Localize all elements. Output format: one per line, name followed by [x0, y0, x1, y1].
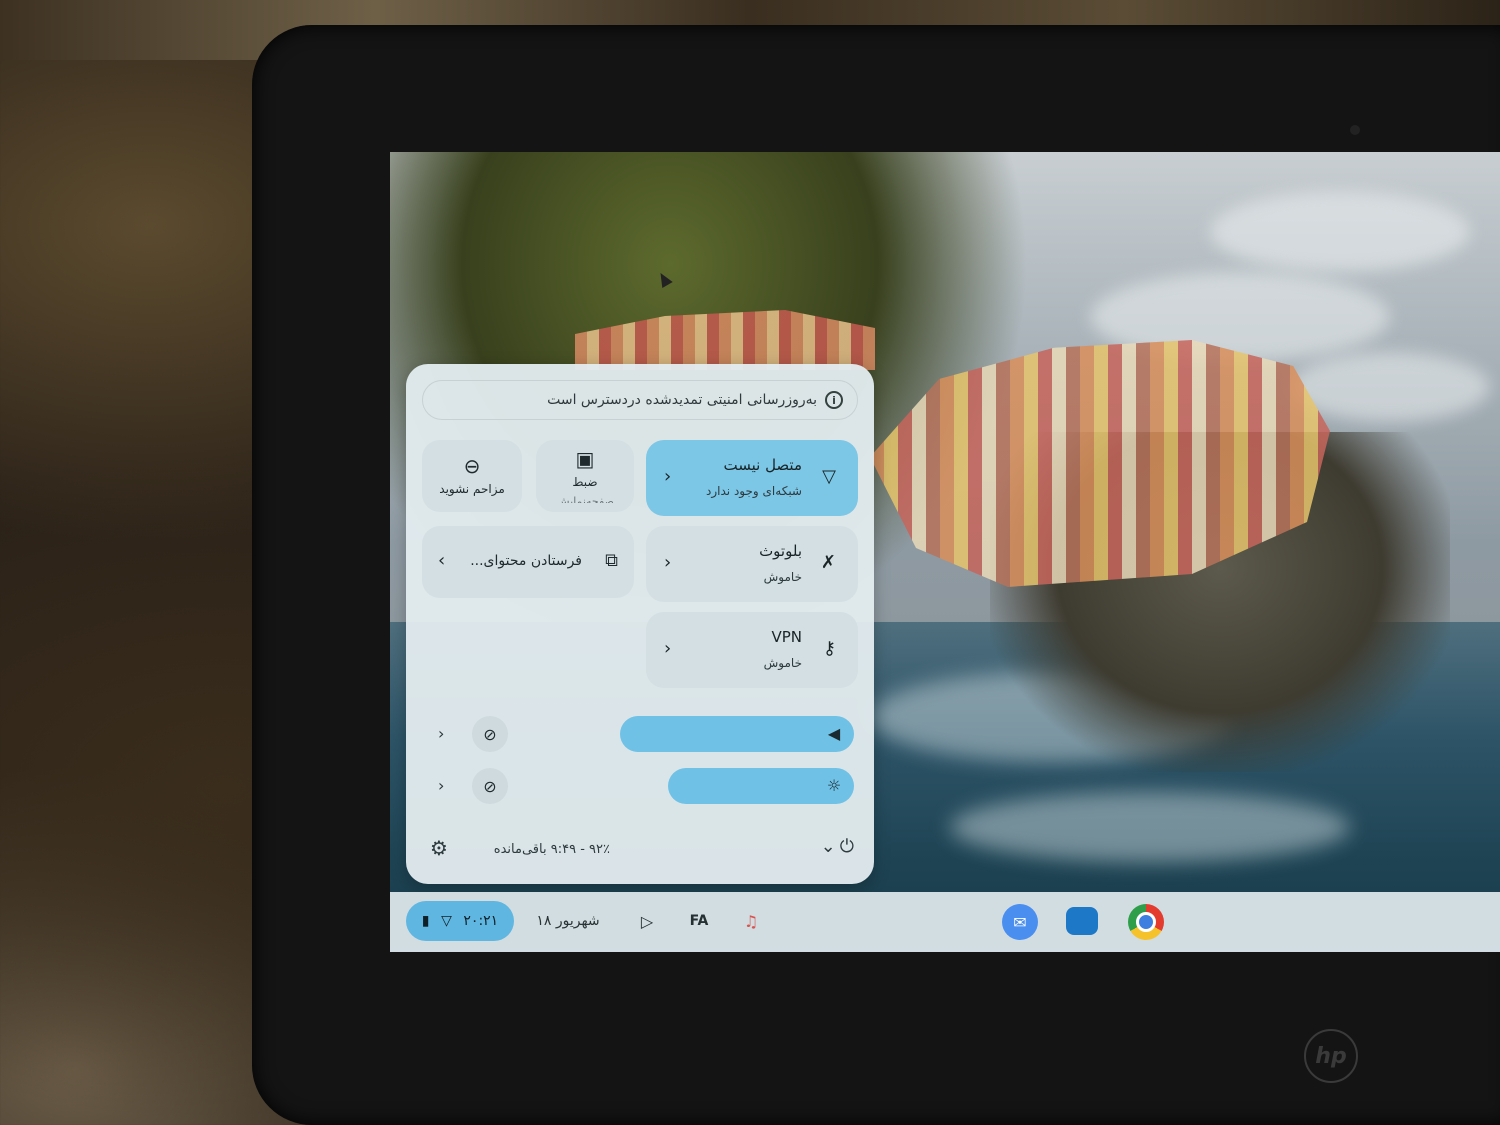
vpn-title: VPN	[771, 628, 802, 646]
screen-record-label: ضبط	[572, 475, 598, 489]
webcam	[1350, 125, 1360, 135]
battery-status: ۹۲٪ - ۹:۴۹ باقی‌مانده	[493, 842, 610, 857]
bluetooth-off-icon: ✗	[820, 552, 836, 573]
do-not-disturb-icon: ⊖	[463, 454, 481, 478]
network-title: متصل نیست	[723, 456, 802, 474]
tray-date: ۱۸ شهریور	[536, 913, 600, 929]
volume-slider[interactable]: ◀	[554, 716, 854, 752]
screen-record-label-2: صفحه‌نمایش	[556, 495, 614, 503]
volume-slider-fill	[620, 716, 854, 752]
info-icon: i	[825, 391, 843, 409]
tray-time: ۲۰:۲۱	[463, 913, 499, 929]
key-icon: ⚷	[822, 638, 836, 659]
power-menu-button[interactable]: ⏻ ⌄	[821, 836, 854, 857]
shelf: ▮ ▽ ۲۰:۲۱ ۱۸ شهریور ▷ FA ♫ ✉	[390, 892, 1500, 952]
mute-button[interactable]: ⊘	[472, 716, 508, 752]
captions-off-icon: ⊘	[483, 724, 497, 744]
vpn-subtitle: خاموش	[763, 656, 802, 670]
chevron-left-icon: ‹	[664, 466, 672, 487]
chevron-left-icon: ‹	[664, 638, 672, 659]
chevron-down-icon: ⌄	[820, 836, 836, 857]
wallpaper-cloud	[1290, 352, 1490, 422]
network-subtitle: شبکه‌ای وجود ندارد	[706, 484, 802, 498]
brand-logo: hp	[1304, 1029, 1358, 1083]
brightness-icon: ☼	[826, 776, 842, 795]
chrome-inner-icon	[1136, 912, 1156, 932]
cast-label: فرستادن محتوای...	[470, 553, 582, 569]
speaker-icon: ◀	[827, 724, 841, 743]
wifi-icon: ▽	[441, 913, 452, 929]
vpn-tile[interactable]: ⚷ VPN خاموش ‹	[646, 612, 858, 688]
power-icon: ⏻	[839, 836, 854, 857]
headphones-icon[interactable]: ♫	[736, 906, 766, 936]
cast-tile[interactable]: ⧉ فرستادن محتوای... ›	[422, 526, 634, 598]
cast-icon: ⧉	[605, 550, 618, 571]
wifi-off-icon: ▽	[822, 466, 836, 487]
chevron-right-icon: ›	[438, 550, 446, 571]
bluetooth-subtitle: خاموش	[763, 570, 802, 584]
bluetooth-tile[interactable]: ✗ بلوتوث خاموش ‹	[646, 526, 858, 602]
screen: i به‌روزرسانی امنیتی تمدیدشده دردسترس اس…	[390, 152, 1500, 952]
display-settings-chevron-icon[interactable]: ‹	[438, 776, 444, 795]
notice-text: به‌روزرسانی امنیتی تمدیدشده دردسترس است	[547, 392, 817, 408]
date-tray[interactable]: ۱۸ شهریور	[520, 901, 616, 941]
messages-app-icon[interactable]: ✉	[1002, 904, 1038, 940]
bluetooth-title: بلوتوث	[759, 542, 802, 560]
status-tray[interactable]: ▮ ▽ ۲۰:۲۱	[406, 901, 514, 941]
audio-settings-chevron-icon[interactable]: ‹	[438, 724, 444, 743]
battery-icon: ▮	[421, 913, 430, 929]
night-light-button[interactable]: ⊘	[472, 768, 508, 804]
quick-settings-panel: i به‌روزرسانی امنیتی تمدیدشده دردسترس اس…	[406, 364, 874, 884]
settings-gear-icon[interactable]: ⚙	[430, 836, 448, 860]
chevron-left-icon: ‹	[664, 552, 672, 573]
do-not-disturb-tile[interactable]: ⊖ مزاحم نشوید	[422, 440, 522, 512]
files-app-icon[interactable]	[1066, 907, 1098, 935]
input-method-indicator[interactable]: FA	[684, 906, 714, 936]
wallpaper-foam	[950, 792, 1350, 862]
brightness-slider[interactable]: ☼	[554, 768, 854, 804]
screen-record-tile[interactable]: ▣ ضبط صفحه‌نمایش	[536, 440, 634, 512]
chrome-app-icon[interactable]	[1128, 904, 1164, 940]
do-not-disturb-label: مزاحم نشوید	[439, 482, 505, 496]
night-light-off-icon: ⊘	[483, 776, 497, 796]
screen-record-icon: ▣	[575, 447, 595, 471]
network-tile[interactable]: ▽ متصل نیست شبکه‌ای وجود ندارد ‹	[646, 440, 858, 516]
wallpaper-cloud	[1210, 192, 1470, 272]
security-update-notice[interactable]: i به‌روزرسانی امنیتی تمدیدشده دردسترس اس…	[422, 380, 858, 420]
play-store-icon[interactable]: ▷	[632, 906, 662, 936]
